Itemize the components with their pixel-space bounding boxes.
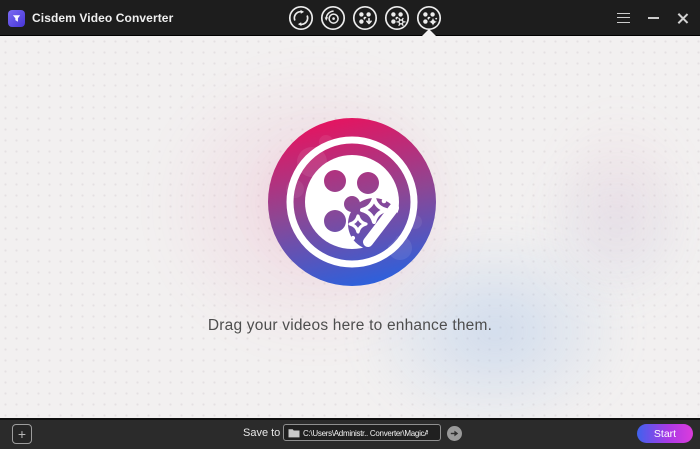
tab-rip[interactable] <box>320 5 346 31</box>
active-tab-notch <box>422 29 436 36</box>
app-title: Cisdem Video Converter <box>32 11 173 25</box>
close-button[interactable] <box>674 9 692 27</box>
open-folder-button[interactable] <box>447 426 462 441</box>
drop-hint-text: Drag your videos here to enhance them. <box>0 317 700 335</box>
titlebar: Cisdem Video Converter <box>0 0 700 36</box>
tab-download[interactable] <box>352 5 378 31</box>
mode-tabbar <box>288 5 442 31</box>
close-icon <box>677 12 690 25</box>
minimize-icon <box>648 17 659 19</box>
video-convert-icon <box>288 5 314 31</box>
tab-toolbox[interactable] <box>384 5 410 31</box>
app-logo-icon <box>8 10 25 27</box>
save-path-field[interactable]: C:\Users\Administr.. Converter\MagicAI <box>283 424 441 441</box>
add-files-button[interactable]: + <box>12 424 32 444</box>
footer-bar: + Save to C:\Users\Administr.. Converter… <box>0 418 700 449</box>
start-button[interactable]: Start <box>637 424 693 443</box>
save-to-label: Save to <box>243 427 280 439</box>
video-enhance-icon <box>416 5 442 31</box>
app-window: Cisdem Video Converter <box>0 0 700 449</box>
disc-rip-icon <box>320 5 346 31</box>
tab-enhance[interactable] <box>416 5 442 31</box>
save-path-value: C:\Users\Administr.. Converter\MagicAI <box>303 428 428 438</box>
video-download-icon <box>352 5 378 31</box>
film-reel-magic-wand-icon <box>268 118 436 286</box>
video-toolbox-icon <box>384 5 410 31</box>
tab-convert[interactable] <box>288 5 314 31</box>
window-controls <box>614 0 692 36</box>
drop-zone[interactable]: Drag your videos here to enhance them. <box>0 36 700 418</box>
menu-button[interactable] <box>614 9 632 27</box>
folder-icon <box>288 428 300 438</box>
arrow-right-icon <box>450 429 459 438</box>
minimize-button[interactable] <box>644 9 662 27</box>
menu-icon <box>617 13 630 23</box>
app-brand: Cisdem Video Converter <box>8 0 173 36</box>
watercolor-blob <box>545 106 695 296</box>
